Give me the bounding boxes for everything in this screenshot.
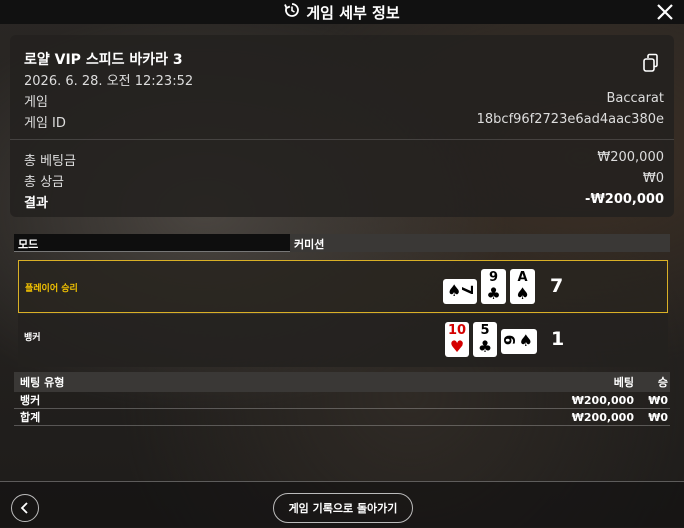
datetime-row: 2026. 6. 28. 오전 12:23:52 [24, 70, 664, 89]
bet-amount-cell: ₩200,000 [571, 410, 634, 424]
col-bet: 베팅 [613, 376, 634, 389]
total-bet-row: 총 베팅금 ₩200,000 [24, 150, 664, 169]
bet-type-cell: 뱅커 [20, 394, 41, 407]
mode-commission-bar: 모드 커미션 [14, 234, 670, 252]
game-id-label: 게임 ID [24, 116, 66, 131]
playing-card: 5 ♣ [473, 322, 497, 357]
game-name: 로얄 VIP 스피드 바카라 3 [24, 52, 183, 68]
player-hand-label: 플레이어 승리 [25, 284, 78, 294]
banker-score: 1 [551, 328, 565, 350]
history-icon [284, 2, 300, 22]
card-rank: 5 [480, 323, 490, 338]
table-row: 뱅커 ₩200,000 ₩0 [14, 392, 670, 409]
win-amount-cell: ₩0 [648, 393, 668, 407]
tab-mode: 모드 [14, 234, 290, 252]
playing-card: 10 ♥ [445, 322, 469, 357]
card-rank: 6 [500, 334, 519, 346]
back-to-history-button[interactable]: 게임 기록으로 돌아가기 [273, 493, 413, 523]
bet-type-cell: 합계 [20, 411, 41, 424]
player-cards: ♠ 7 9 ♣ A ♠ [443, 269, 535, 304]
bet-amount-cell: ₩200,000 [571, 393, 634, 407]
playing-card: 9 ♣ [481, 269, 506, 304]
game-id-value: 18bcf96f2723e6ad4aac380e [476, 112, 664, 127]
result-label: 결과 [24, 196, 48, 211]
card-suit: ♣ [477, 337, 493, 356]
player-hand: 플레이어 승리 ♠ 7 9 ♣ A ♠ 7 [18, 260, 668, 313]
playing-card: 6 ♠ [500, 329, 537, 354]
game-type-row: 게임 Baccarat [24, 91, 664, 110]
close-icon [657, 4, 673, 20]
card-rank: 10 [447, 323, 467, 338]
divider [10, 139, 674, 140]
table-row-total: 합계 ₩200,000 ₩0 [14, 409, 670, 426]
total-win-label: 총 상금 [24, 175, 65, 190]
card-suit: ♥ [449, 337, 465, 356]
chevron-left-icon [20, 502, 28, 514]
card-rank: 7 [457, 284, 476, 296]
game-summary-card: 로얄 VIP 스피드 바카라 3 2026. 6. 28. 오전 12:23:5… [10, 35, 674, 217]
col-win: 승 [657, 376, 668, 389]
game-id-row: 게임 ID 18bcf96f2723e6ad4aac380e [24, 112, 664, 131]
tab-commission: 커미션 [290, 234, 670, 252]
game-label: 게임 [24, 95, 48, 110]
card-suit: ♣ [486, 284, 501, 303]
footer-bar: 게임 기록으로 돌아가기 [0, 481, 684, 528]
total-bet-value: ₩200,000 [597, 150, 664, 165]
page-title: 게임 세부 정보 [306, 3, 400, 22]
playing-card: A ♠ [510, 269, 535, 304]
win-amount-cell: ₩0 [648, 410, 668, 424]
total-bet-label: 총 베팅금 [24, 154, 76, 169]
header-bar: 게임 세부 정보 [0, 0, 684, 24]
game-value: Baccarat [606, 91, 664, 106]
banker-hand: 뱅커 10 ♥ 5 ♣ 6 ♠ 1 [18, 314, 668, 367]
banker-hand-label: 뱅커 [24, 333, 41, 343]
playing-card: ♠ 7 [443, 279, 477, 304]
card-suit: ♠ [518, 331, 533, 350]
close-button[interactable] [654, 0, 676, 24]
total-win-row: 총 상금 ₩0 [24, 171, 664, 190]
banker-cards: 10 ♥ 5 ♣ 6 ♠ [445, 322, 537, 357]
bet-table: 베팅 유형 베팅 승 뱅커 ₩200,000 ₩0 합계 ₩200,000 ₩0 [14, 372, 670, 426]
result-value: -₩200,000 [585, 192, 664, 207]
result-row: 결과 -₩200,000 [24, 192, 664, 211]
col-bet-type: 베팅 유형 [20, 376, 65, 389]
header-title-group: 게임 세부 정보 [284, 2, 400, 23]
total-win-value: ₩0 [642, 171, 664, 186]
card-rank: A [517, 270, 528, 285]
card-suit: ♠ [515, 284, 530, 303]
bet-table-header: 베팅 유형 베팅 승 [14, 372, 670, 392]
back-button[interactable] [11, 494, 39, 522]
player-score: 7 [550, 275, 564, 297]
game-datetime: 2026. 6. 28. 오전 12:23:52 [24, 74, 194, 89]
card-rank: 9 [488, 270, 499, 285]
